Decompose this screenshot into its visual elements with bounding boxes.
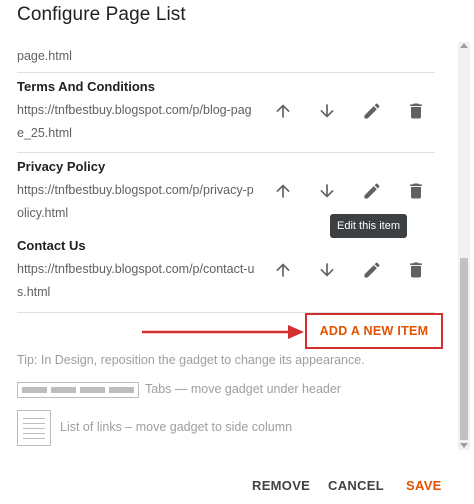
- tabs-option-label: Tabs — move gadget under header: [145, 382, 341, 396]
- move-up-button[interactable]: [269, 256, 297, 284]
- list-item: Terms And Conditions https://tnfbestbuy.…: [17, 79, 435, 159]
- edit-item-button[interactable]: [358, 177, 386, 205]
- list-item-title: Contact Us: [17, 238, 86, 253]
- list-item-url: https://tnfbestbuy.blogspot.com/p/blog-p…: [17, 103, 252, 140]
- arrow-down-icon: [320, 184, 334, 198]
- links-option-label: List of links – move gadget to side colu…: [60, 420, 293, 434]
- scrollbar-thumb[interactable]: [460, 258, 468, 440]
- arrow-down-icon: [320, 104, 334, 118]
- delete-item-button[interactable]: [402, 97, 430, 125]
- delete-item-button[interactable]: [402, 256, 430, 284]
- add-new-item-highlight: ADD A NEW ITEM: [305, 313, 443, 349]
- move-down-button[interactable]: [313, 256, 341, 284]
- move-up-button[interactable]: [269, 97, 297, 125]
- list-item: Contact Us https://tnfbestbuy.blogspot.c…: [17, 238, 435, 318]
- item-actions: [269, 256, 429, 286]
- list-item-title: Privacy Policy: [17, 159, 106, 174]
- trash-icon: [410, 262, 422, 278]
- arrow-up-icon: [276, 104, 290, 118]
- edit-item-button[interactable]: [358, 97, 386, 125]
- tabs-preview-icon: [17, 382, 139, 398]
- move-down-button[interactable]: [313, 177, 341, 205]
- red-arrow-annotation: [142, 325, 304, 339]
- list-preview-icon: [17, 410, 51, 446]
- remove-button[interactable]: REMOVE: [252, 478, 310, 493]
- cancel-button[interactable]: CANCEL: [328, 478, 384, 493]
- item-actions: [269, 97, 429, 127]
- add-new-item-button[interactable]: ADD A NEW ITEM: [320, 324, 429, 338]
- list-item-url: https://tnfbestbuy.blogspot.com/p/contac…: [17, 262, 255, 299]
- trash-icon: [410, 183, 422, 199]
- list-item-title: Terms And Conditions: [17, 79, 155, 94]
- scroll-up-arrow-icon[interactable]: [460, 43, 468, 48]
- list-item-url: https://tnfbestbuy.blogspot.com/p/privac…: [17, 183, 254, 220]
- pencil-icon: [364, 262, 380, 278]
- arrow-down-icon: [320, 263, 334, 277]
- scroll-down-arrow-icon[interactable]: [460, 443, 468, 448]
- list-item-url-partial: page.html: [17, 49, 72, 63]
- divider: [17, 152, 435, 153]
- edit-item-button[interactable]: [358, 256, 386, 284]
- edit-tooltip: Edit this item: [330, 214, 407, 238]
- trash-icon: [410, 103, 422, 119]
- item-actions: [269, 177, 429, 207]
- tip-text: Tip: In Design, reposition the gadget to…: [17, 353, 365, 367]
- pencil-icon: [364, 183, 380, 199]
- arrow-up-icon: [276, 263, 290, 277]
- save-button[interactable]: SAVE: [406, 478, 442, 493]
- delete-item-button[interactable]: [402, 177, 430, 205]
- pencil-icon: [364, 103, 380, 119]
- move-down-button[interactable]: [313, 97, 341, 125]
- dialog-title: Configure Page List: [17, 4, 186, 25]
- divider: [17, 72, 435, 73]
- move-up-button[interactable]: [269, 177, 297, 205]
- arrow-up-icon: [276, 184, 290, 198]
